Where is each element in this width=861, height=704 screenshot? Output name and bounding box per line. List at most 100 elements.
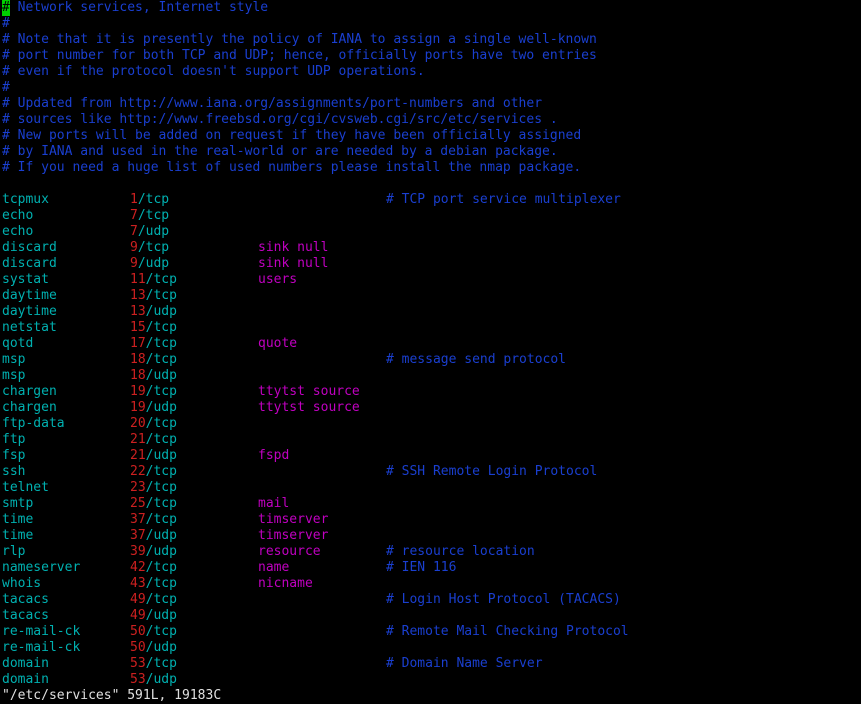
service-name: echo xyxy=(2,208,34,223)
service-name: tacacs xyxy=(2,608,49,623)
service-row: whois 43/tcp nicname xyxy=(2,576,859,592)
service-protocol: /udp xyxy=(145,528,177,543)
service-row: qotd 17/tcp quote xyxy=(2,336,859,352)
service-row: ftp-data 20/tcp xyxy=(2,416,859,432)
service-row: smtp 25/tcp mail xyxy=(2,496,859,512)
terminal-window[interactable]: # Network services, Internet style # # Not… xyxy=(2,0,859,704)
service-protocol: /tcp xyxy=(145,320,177,335)
service-port: 9/tcp xyxy=(130,240,170,255)
comment-line: # even if the protocol doesn't support U… xyxy=(2,64,425,79)
comment-line: # xyxy=(2,80,10,95)
service-protocol: /udp xyxy=(137,256,170,271)
service-aliases: mail xyxy=(258,496,290,511)
service-port: 11/tcp xyxy=(130,272,177,287)
service-protocol: /tcp xyxy=(145,576,177,591)
service-row: systat 11/tcp users xyxy=(2,272,859,288)
service-name: daytime xyxy=(2,304,57,319)
service-name: ftp-data xyxy=(2,416,65,431)
service-aliases: users xyxy=(258,272,298,287)
service-name: domain xyxy=(2,656,49,671)
service-port: 39/udp xyxy=(130,544,177,559)
header-comment-block: # Network services, Internet style # # Not… xyxy=(2,0,859,176)
service-name: whois xyxy=(2,576,42,591)
comment-line: # If you need a huge list of used number… xyxy=(2,160,582,175)
service-name: tcpmux xyxy=(2,192,49,207)
service-aliases: timserver xyxy=(258,528,329,543)
comment-line: # Note that it is presently the policy o… xyxy=(2,32,597,47)
service-port: 18/udp xyxy=(130,368,177,383)
services-table: tcpmux 1/tcp # TCP port service multiplexe… xyxy=(2,192,859,688)
service-row: re-mail-ck 50/udp xyxy=(2,640,859,656)
service-port: 15/tcp xyxy=(130,320,177,335)
service-port: 42/tcp xyxy=(130,560,177,575)
service-protocol: /tcp xyxy=(145,384,177,399)
service-port: 13/tcp xyxy=(130,288,177,303)
service-protocol: /udp xyxy=(145,544,177,559)
service-row: rlp 39/udp resource # resource location xyxy=(2,544,859,560)
service-name: re-mail-ck xyxy=(2,624,81,639)
service-row: re-mail-ck 50/tcp # Remote Mail Checking P… xyxy=(2,624,859,640)
service-protocol: /udp xyxy=(137,224,170,239)
service-name: echo xyxy=(2,224,34,239)
service-port: 20/tcp xyxy=(130,416,177,431)
service-row: discard 9/tcp sink null xyxy=(2,240,859,256)
service-name: re-mail-ck xyxy=(2,640,81,655)
service-row: domain 53/tcp # Domain Name Server xyxy=(2,656,859,672)
comment-text: Network services, Internet style xyxy=(9,0,269,15)
service-protocol: /tcp xyxy=(145,432,177,447)
service-aliases: ttytst source xyxy=(258,384,360,399)
service-port: 49/udp xyxy=(130,608,177,623)
service-port: 19/udp xyxy=(130,400,177,415)
service-row: domain 53/udp xyxy=(2,672,859,688)
service-protocol: /tcp xyxy=(145,512,177,527)
comment-line: # sources like http://www.freebsd.org/cg… xyxy=(2,112,558,127)
service-port: 17/tcp xyxy=(130,336,177,351)
service-protocol: /udp xyxy=(145,400,177,415)
service-name: chargen xyxy=(2,400,57,415)
service-protocol: /tcp xyxy=(145,624,177,639)
service-name: tacacs xyxy=(2,592,49,607)
service-protocol: /tcp xyxy=(137,240,170,255)
service-comment: # TCP port service multiplexer xyxy=(386,192,621,207)
service-port: 13/udp xyxy=(130,304,177,319)
service-port: 7/udp xyxy=(130,224,170,239)
service-row: nameserver 42/tcp name # IEN 116 xyxy=(2,560,859,576)
comment-line: # Updated from http://www.iana.org/assig… xyxy=(2,96,543,111)
service-row: ftp 21/tcp xyxy=(2,432,859,448)
service-row: discard 9/udp sink null xyxy=(2,256,859,272)
service-row: tacacs 49/tcp # Login Host Protocol (TACAC… xyxy=(2,592,859,608)
text-cursor: # xyxy=(2,0,10,16)
service-protocol: /tcp xyxy=(137,192,170,207)
service-protocol: /udp xyxy=(145,672,177,687)
status-line: "/etc/services" 591L, 19183C xyxy=(2,688,222,703)
service-comment: # SSH Remote Login Protocol xyxy=(386,464,598,479)
service-port: 49/tcp xyxy=(130,592,177,607)
service-row: msp 18/tcp # message send protocol xyxy=(2,352,859,368)
service-row: tacacs 49/udp xyxy=(2,608,859,624)
service-protocol: /udp xyxy=(145,448,177,463)
service-aliases: timserver xyxy=(258,512,329,527)
service-row: chargen 19/tcp ttytst source xyxy=(2,384,859,400)
service-port: 43/tcp xyxy=(130,576,177,591)
comment-line: # port number for both TCP and UDP; henc… xyxy=(2,48,597,63)
service-aliases: sink null xyxy=(258,240,329,255)
service-protocol: /udp xyxy=(145,304,177,319)
service-protocol: /tcp xyxy=(145,352,177,367)
service-comment: # Login Host Protocol (TACACS) xyxy=(386,592,621,607)
service-name: daytime xyxy=(2,288,57,303)
service-port: 53/udp xyxy=(130,672,177,687)
comment-line: # by IANA and used in the real-world or … xyxy=(2,144,558,159)
service-name: rlp xyxy=(2,544,26,559)
service-comment: # IEN 116 xyxy=(386,560,457,575)
service-name: smtp xyxy=(2,496,34,511)
service-name: nameserver xyxy=(2,560,81,575)
service-row: ssh 22/tcp # SSH Remote Login Protocol xyxy=(2,464,859,480)
service-row: fsp 21/udp fspd xyxy=(2,448,859,464)
service-port: 7/tcp xyxy=(130,208,170,223)
service-comment: # Remote Mail Checking Protocol xyxy=(386,624,629,639)
service-protocol: /tcp xyxy=(145,496,177,511)
service-row: chargen 19/udp ttytst source xyxy=(2,400,859,416)
service-protocol: /udp xyxy=(145,368,177,383)
service-name: time xyxy=(2,528,34,543)
